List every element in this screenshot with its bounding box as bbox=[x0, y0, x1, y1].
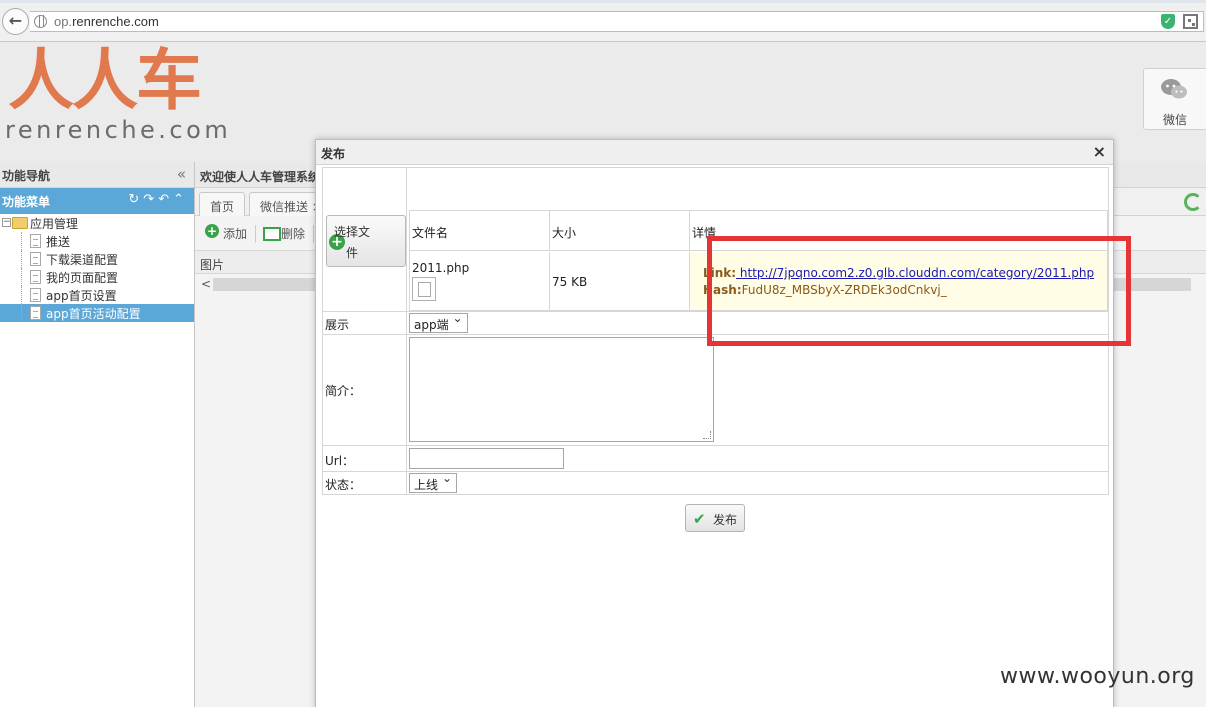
tree-node-app-management[interactable]: − 应用管理 bbox=[0, 214, 194, 232]
toolbar-divider bbox=[313, 225, 314, 243]
cell-size: 75 KB bbox=[550, 252, 690, 310]
url-label: Url： bbox=[325, 454, 355, 468]
tree-item-label: 推送 bbox=[46, 235, 71, 249]
scroll-left-icon[interactable]: < bbox=[201, 277, 211, 291]
tree-line bbox=[21, 232, 22, 250]
tree-item-label: app首页活动配置 bbox=[46, 307, 141, 321]
status-label: 状态： bbox=[325, 478, 362, 492]
refresh-icon[interactable] bbox=[1184, 193, 1202, 211]
choose-file-label: 选择文件 bbox=[333, 225, 370, 260]
wechat-widget[interactable]: 微信 bbox=[1143, 68, 1206, 130]
status-select[interactable]: 上线 bbox=[409, 471, 458, 493]
checkmark-icon: ✔ bbox=[693, 510, 706, 528]
url-text: op.renrenche.com bbox=[54, 14, 159, 29]
menu-header-title: 功能菜单 bbox=[2, 195, 51, 209]
dialog-title: 发布 bbox=[321, 147, 346, 161]
tree-item-push[interactable]: 推送 bbox=[0, 232, 194, 250]
display-label-cell: 展示 bbox=[323, 312, 407, 334]
dialog-title-bar: 发布 × bbox=[316, 140, 1113, 165]
watermark: www.wooyun.org bbox=[1000, 664, 1195, 689]
choose-file-button[interactable]: + 选择文件 bbox=[326, 215, 406, 267]
collapse-left-icon[interactable]: « bbox=[177, 165, 186, 183]
document-icon bbox=[30, 270, 41, 284]
url-label-cell: Url： bbox=[323, 446, 407, 471]
nav-header: 功能导航 « bbox=[0, 162, 194, 188]
tree-item-download-channel[interactable]: 下载渠道配置 bbox=[0, 250, 194, 268]
menu-tree: − 应用管理 推送 下载渠道配置 我的页面配置 app首页设置 app首页活动配… bbox=[0, 214, 194, 322]
add-button[interactable]: 添加 bbox=[203, 224, 247, 242]
url-field[interactable]: op.renrenche.com ✓ bbox=[30, 11, 1204, 32]
tab-home[interactable]: 首页 bbox=[199, 192, 246, 216]
collapse-up-icon[interactable]: ⌃ bbox=[173, 192, 188, 207]
back-button[interactable]: ← bbox=[2, 8, 29, 35]
publish-label: 发布 bbox=[713, 513, 738, 527]
header-filename: 文件名 bbox=[410, 211, 550, 250]
folder-icon bbox=[12, 217, 28, 229]
status-label-cell: 状态： bbox=[323, 472, 407, 494]
display-label: 展示 bbox=[325, 318, 350, 332]
cell-filename: 2011.php bbox=[410, 252, 550, 310]
tree-line bbox=[21, 286, 22, 304]
document-icon bbox=[30, 288, 41, 302]
menu-header: 功能菜单 ↻↷↶⌃ bbox=[0, 188, 194, 214]
file-size: 75 KB bbox=[552, 275, 588, 289]
browser-tab-strip bbox=[0, 0, 1206, 3]
display-select[interactable]: app端 bbox=[409, 311, 468, 333]
browser-address-bar: ← op.renrenche.com ✓ bbox=[0, 0, 1206, 42]
wechat-icon bbox=[1161, 79, 1187, 99]
refresh-menu-icon[interactable]: ↻ bbox=[128, 192, 143, 207]
redo-icon[interactable]: ↷ bbox=[143, 192, 158, 207]
url-input[interactable] bbox=[409, 448, 564, 469]
tree-line bbox=[21, 268, 22, 286]
qr-code-icon[interactable] bbox=[1183, 14, 1198, 29]
tree-item-my-page[interactable]: 我的页面配置 bbox=[0, 268, 194, 286]
tree-node-label: 应用管理 bbox=[30, 217, 79, 231]
file-thumbnail-icon bbox=[412, 277, 436, 301]
tree-item-label: app首页设置 bbox=[46, 289, 117, 303]
publish-dialog: 发布 × + 选择文件 文件名 大小 详情 2011.php 75 KB Lin… bbox=[315, 139, 1114, 707]
status-row: 状态： 上线 bbox=[322, 471, 1109, 495]
intro-label: 简介： bbox=[325, 384, 362, 398]
tree-item-app-home-settings[interactable]: app首页设置 bbox=[0, 286, 194, 304]
undo-icon[interactable]: ↶ bbox=[158, 192, 173, 207]
welcome-text: 欢迎使人人车管理系统 bbox=[200, 170, 321, 184]
document-icon bbox=[30, 252, 41, 266]
logo-wordmark: renrenche.com bbox=[5, 116, 232, 144]
logo-mark: 人人车 bbox=[8, 42, 202, 119]
tree-item-app-home-activity[interactable]: app首页活动配置 bbox=[0, 304, 194, 322]
intro-label-cell: 简介： bbox=[323, 335, 407, 445]
document-icon bbox=[30, 234, 41, 248]
tree-item-label: 我的页面配置 bbox=[46, 271, 119, 285]
upload-label-cell: + 选择文件 bbox=[323, 168, 407, 311]
shield-icon[interactable]: ✓ bbox=[1161, 14, 1175, 29]
delete-button[interactable]: 删除 bbox=[261, 225, 305, 242]
wechat-label: 微信 bbox=[1162, 113, 1187, 127]
intro-row: 简介： bbox=[322, 335, 1109, 446]
nav-panel: 功能导航 « 功能菜单 ↻↷↶⌃ − 应用管理 推送 下载渠道配置 我的页面配置 bbox=[0, 162, 195, 707]
tree-item-label: 下载渠道配置 bbox=[46, 253, 119, 267]
toolbar-divider bbox=[255, 225, 256, 243]
publish-button[interactable]: ✔ 发布 bbox=[685, 504, 745, 532]
url-row: Url： bbox=[322, 446, 1109, 472]
header-size: 大小 bbox=[550, 211, 690, 250]
intro-textarea[interactable] bbox=[409, 337, 714, 442]
grid-column-image: 图片 bbox=[200, 258, 225, 272]
tree-line bbox=[21, 304, 22, 322]
document-icon bbox=[30, 306, 41, 320]
tree-line bbox=[21, 250, 22, 268]
menu-tools: ↻↷↶⌃ bbox=[128, 192, 188, 207]
nav-header-title: 功能导航 bbox=[2, 169, 51, 183]
back-arrow-icon: ← bbox=[8, 11, 23, 30]
highlight-annotation-box bbox=[707, 236, 1131, 346]
close-icon[interactable]: × bbox=[1093, 142, 1106, 161]
globe-icon bbox=[34, 15, 47, 28]
tree-collapse-icon[interactable]: − bbox=[2, 218, 11, 227]
file-name: 2011.php bbox=[412, 261, 470, 275]
